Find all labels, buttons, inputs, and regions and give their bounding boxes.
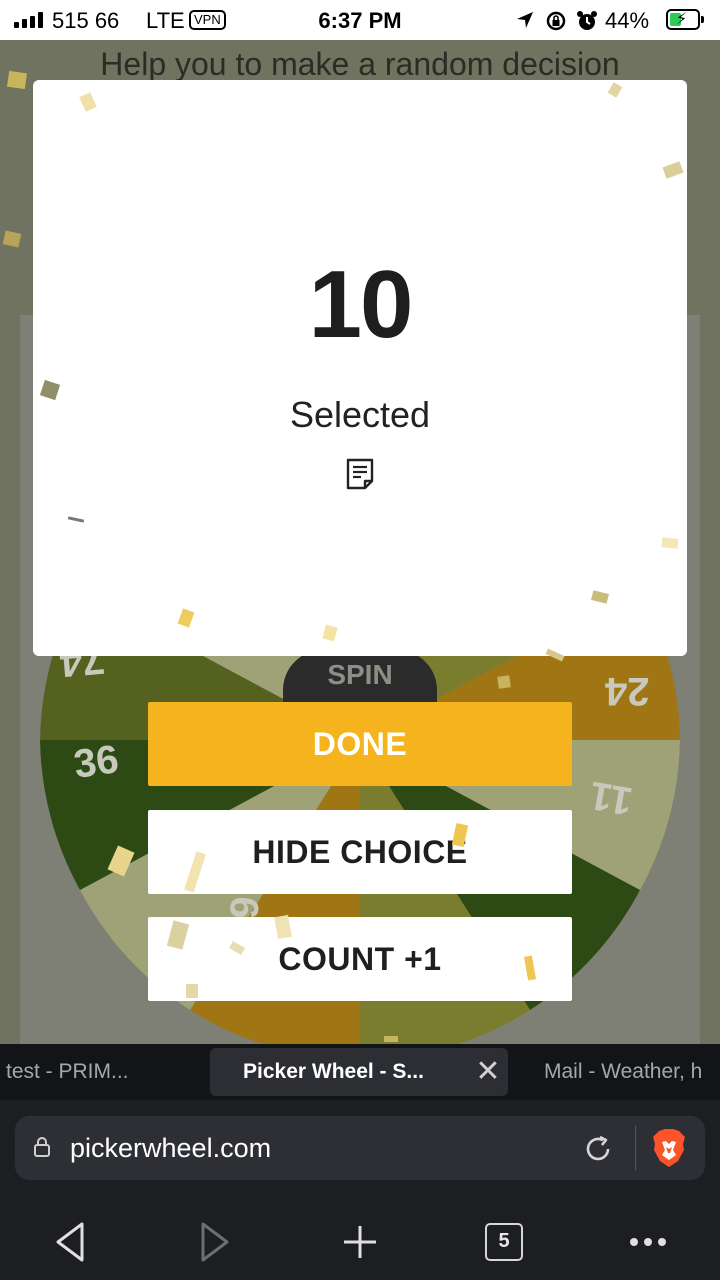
lock-icon [33,1136,51,1163]
menu-button[interactable] [618,1214,678,1270]
location-icon [515,10,535,36]
web-content: Help you to make a random decision 74 24… [0,40,720,1044]
hide-choice-button[interactable]: HIDE CHOICE [148,810,572,894]
tabs-count-icon[interactable]: 5 [485,1223,523,1261]
page-heading: Help you to make a random decision [100,46,620,82]
browser-chrome: test - PRIM... Picker Wheel - S... ✕ Mai… [0,1044,720,1280]
close-tab-icon[interactable]: ✕ [470,1050,506,1094]
count-plus-one-button[interactable]: COUNT +1 [148,917,572,1001]
wheel-label-11: 11 [586,772,636,824]
tab-strip: test - PRIM... Picker Wheel - S... ✕ Mai… [0,1044,720,1100]
orientation-lock-icon [545,10,567,38]
wheel-label-24: 24 [605,669,650,713]
confetti-piece [497,675,511,689]
forward-button[interactable] [185,1214,245,1270]
back-arrow-icon [56,1222,84,1262]
address-bar[interactable]: pickerwheel.com [15,1116,705,1180]
tab-active[interactable]: Picker Wheel - S... [210,1048,508,1096]
tab-item[interactable]: test - PRIM... [0,1048,170,1096]
wheel-label-36: 36 [71,737,122,787]
result-label: Selected [289,394,431,435]
alarm-icon [576,10,598,38]
battery-percent: 44% [605,8,650,33]
plus-icon [344,1226,376,1258]
confetti-piece [186,984,198,998]
status-bar: 515 66 LTE VPN 6:37 PM 44% ⚡ [0,0,720,40]
new-tab-button[interactable] [330,1214,390,1270]
result-modal: 10 Selected [33,80,687,656]
result-value: 10 [308,251,414,358]
back-button[interactable] [40,1214,100,1270]
forward-arrow-icon [201,1222,229,1262]
confetti-piece [6,70,28,90]
tab-item[interactable]: Mail - Weather, h [544,1048,720,1096]
bottom-toolbar: 5 [0,1204,720,1280]
confetti-piece [661,537,679,549]
battery-charging-icon: ⚡ [666,9,704,30]
url-text[interactable]: pickerwheel.com [70,1116,271,1180]
divider [635,1126,636,1170]
confetti-piece [2,230,22,248]
done-button[interactable]: DONE [148,702,572,786]
reload-icon[interactable] [581,1132,615,1171]
brave-shield-icon[interactable] [651,1128,687,1173]
more-icon [630,1238,666,1246]
confetti-piece [384,1036,398,1042]
note-icon[interactable] [345,457,375,496]
